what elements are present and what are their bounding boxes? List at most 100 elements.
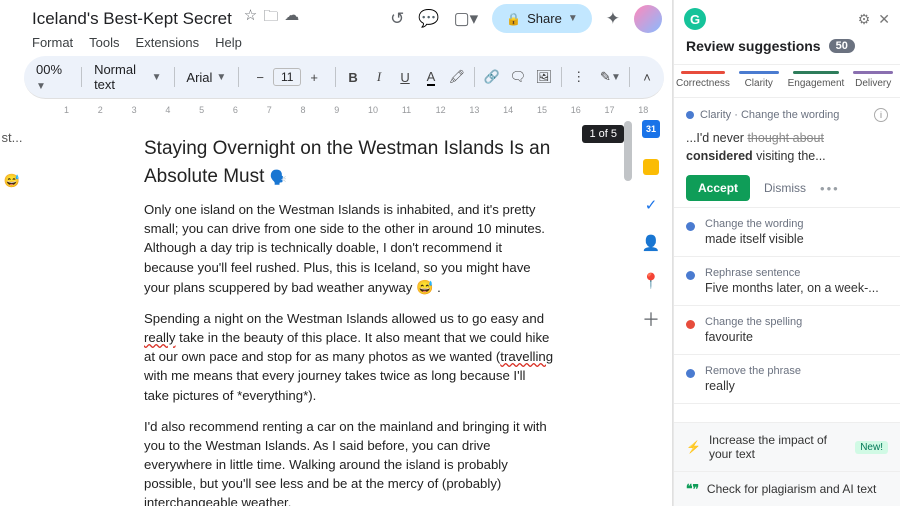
comments-icon[interactable]: 💬 [418, 9, 439, 29]
menu-extensions[interactable]: Extensions [136, 35, 200, 50]
bold-button[interactable]: B [342, 65, 364, 89]
bolt-icon: ⚡ [686, 440, 701, 454]
suggestion-actions: Accept Dismiss ••• [686, 175, 888, 201]
more-options-icon[interactable]: ••• [820, 181, 840, 196]
tab-clarity[interactable]: Clarity [732, 65, 786, 97]
chevron-down-icon: ▼ [568, 13, 578, 24]
insert-link-button[interactable]: 🔗 [481, 65, 503, 89]
decrease-font-button[interactable]: − [249, 65, 271, 89]
grammarly-header: G ⚙ ✕ [674, 0, 900, 38]
meet-icon[interactable]: ▢▾ [454, 9, 479, 29]
share-button[interactable]: 🔒 Share ▼ [492, 4, 592, 33]
grammarly-title-row: Review suggestions 50 [674, 38, 900, 64]
flagged-word[interactable]: travelling [500, 349, 553, 364]
new-badge: New! [855, 441, 888, 454]
gemini-star-icon[interactable]: ✦ [606, 9, 620, 29]
menu-help[interactable]: Help [215, 35, 242, 50]
suggestion-item[interactable]: Change the wordingmade itself visible [674, 208, 900, 257]
calendar-icon[interactable]: 31 [641, 119, 661, 139]
suggestion-item[interactable]: Rephrase sentenceFive months later, on a… [674, 257, 900, 306]
increase-font-button[interactable]: + [303, 65, 325, 89]
document-canvas[interactable]: Staying Overnight on the Westman Islands… [24, 115, 672, 506]
zoom-select[interactable]: 00% ▼ [30, 60, 75, 94]
keep-icon[interactable] [641, 157, 661, 177]
editing-mode-button[interactable]: ✎ ▼ [598, 65, 623, 89]
more-formatting-button[interactable]: ⋮ [568, 65, 590, 89]
maps-icon[interactable]: 📍 [641, 271, 661, 291]
collapse-toolbar-button[interactable]: ˄ [636, 65, 658, 89]
contacts-icon[interactable]: 👤 [641, 233, 661, 253]
toolbar: 00% ▼ Normal text ▼ Arial ▼ − 11 + B I U… [24, 56, 664, 99]
clarity-dot-icon [686, 222, 695, 231]
vertical-scrollbar-thumb[interactable] [624, 121, 632, 181]
impact-upsell-row[interactable]: ⚡ Increase the impact of your text New! [674, 422, 900, 471]
paragraph[interactable]: I'd also recommend renting a car on the … [144, 417, 554, 506]
font-select[interactable]: Arial ▼ [180, 68, 232, 87]
primary-suggestion-card[interactable]: Clarity · Change the wording i ...I'd ne… [674, 98, 900, 208]
star-icon[interactable]: ☆ [244, 6, 257, 31]
horizontal-ruler[interactable]: 123456789101112131415161718 [24, 101, 672, 115]
emoji-sweat-smile-icon: 😅 [416, 279, 433, 295]
text-color-button[interactable]: A [420, 65, 442, 89]
settings-gear-icon[interactable]: ⚙ [858, 11, 871, 28]
quotes-icon: ❝❞ [686, 482, 699, 496]
paragraph-style-select[interactable]: Normal text ▼ [88, 60, 168, 94]
heading[interactable]: Staying Overnight on the Westman Islands… [144, 135, 554, 190]
flagged-word[interactable]: really [144, 330, 176, 345]
suggestion-count-badge: 50 [829, 39, 855, 53]
paragraph[interactable]: Spending a night on the Westman Islands … [144, 309, 554, 405]
docs-main-area: Iceland's Best-Kept Secret ☆ 🗀 ☁ ↺ 💬 ▢▾ … [24, 0, 673, 506]
share-label: Share [527, 11, 562, 26]
suggestion-category-row: Clarity · Change the wording i [686, 108, 888, 122]
history-icon[interactable]: ↺ [390, 9, 404, 29]
grammarly-panel: G ⚙ ✕ Review suggestions 50 Correctness … [673, 0, 900, 506]
tab-correctness[interactable]: Correctness [674, 65, 732, 97]
tab-delivery[interactable]: Delivery [846, 65, 900, 97]
italic-button[interactable]: I [368, 65, 390, 89]
suggestion-preview-text: ...I'd never thought about considered vi… [686, 130, 888, 165]
document-page[interactable]: Staying Overnight on the Westman Islands… [64, 121, 624, 506]
underline-button[interactable]: U [394, 65, 416, 89]
title-icons: ☆ 🗀 ☁ [244, 6, 299, 31]
google-side-rail: 31 ✓ 👤 📍 ＋ [634, 119, 668, 329]
highlight-button[interactable]: 🖍 [446, 65, 468, 89]
plagiarism-upsell-row[interactable]: ❝❞ Check for plagiarism and AI text [674, 471, 900, 506]
clarity-dot-icon [686, 271, 695, 280]
tasks-icon[interactable]: ✓ [641, 195, 661, 215]
tab-engagement[interactable]: Engagement [786, 65, 847, 97]
left-outline-strip: st... 😅 [0, 0, 24, 506]
menu-tools[interactable]: Tools [89, 35, 119, 50]
emoji-speaking-icon: 🗣️ [270, 169, 287, 185]
lock-icon: 🔒 [506, 12, 521, 26]
info-icon[interactable]: i [874, 108, 888, 122]
outline-item-icon[interactable]: st... [2, 130, 23, 145]
grammarly-tabs: Correctness Clarity Engagement Delivery [674, 64, 900, 98]
insert-image-button[interactable]: 🖼 [533, 65, 555, 89]
grammarly-suggestions-list[interactable]: Clarity · Change the wording i ...I'd ne… [674, 98, 900, 422]
correctness-dot-icon [686, 320, 695, 329]
font-size-group: − 11 + [245, 65, 329, 89]
title-bar: Iceland's Best-Kept Secret ☆ 🗀 ☁ ↺ 💬 ▢▾ … [24, 0, 672, 33]
accept-button[interactable]: Accept [686, 175, 750, 201]
clarity-dot-icon [686, 369, 695, 378]
review-suggestions-title: Review suggestions [686, 38, 821, 54]
outline-emoji-icon[interactable]: 😅 [4, 173, 20, 189]
menu-format[interactable]: Format [32, 35, 73, 50]
dismiss-button[interactable]: Dismiss [764, 181, 806, 195]
document-title[interactable]: Iceland's Best-Kept Secret [28, 7, 236, 31]
cloud-status-icon[interactable]: ☁ [284, 6, 299, 31]
close-icon[interactable]: ✕ [878, 11, 890, 28]
add-comment-button[interactable]: 🗨 [507, 65, 529, 89]
grammarly-logo-icon[interactable]: G [684, 8, 706, 30]
move-icon[interactable]: 🗀 [263, 6, 278, 31]
paragraph[interactable]: Only one island on the Westman Islands i… [144, 200, 554, 297]
title-right-controls: ↺ 💬 ▢▾ 🔒 Share ▼ ✦ [390, 4, 662, 33]
font-size-input[interactable]: 11 [273, 68, 301, 86]
suggestion-item[interactable]: Remove the phrasereally [674, 355, 900, 404]
account-avatar[interactable] [634, 5, 662, 33]
suggestion-item[interactable]: Change the spellingfavourite [674, 306, 900, 355]
page-indicator-badge: 1 of 5 [582, 125, 624, 143]
menu-bar: Format Tools Extensions Help [24, 33, 672, 56]
clarity-dot-icon [686, 111, 694, 119]
add-addon-icon[interactable]: ＋ [641, 309, 661, 329]
